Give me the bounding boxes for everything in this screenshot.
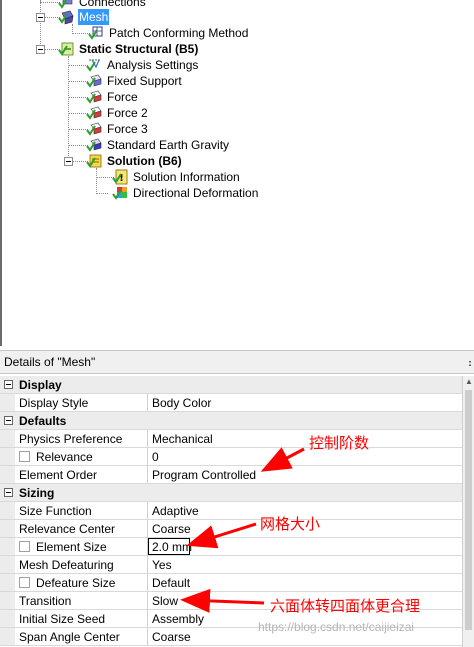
property-name: Relevance [36,450,93,464]
property-row-size-function[interactable]: Size Function Adaptive [0,502,462,520]
fixed-support-icon [86,73,102,89]
mesh-method-icon [88,25,104,41]
tree-item-solution[interactable]: Solution (B6) [86,153,183,169]
force-icon [86,105,102,121]
property-value[interactable]: 2.0 mm [152,540,192,554]
annotation-transition: 六面体转四面体更合理 [270,598,421,615]
deformation-result-icon [112,185,128,201]
details-scrollbar[interactable]: ▲ [462,376,474,647]
property-value[interactable]: 0 [152,450,159,464]
tree-item-static-structural[interactable]: Static Structural (B5) [58,41,199,57]
annotation-element-order: 控制阶数 [309,435,370,452]
property-row-relevance-center[interactable]: Relevance Center Coarse [0,520,462,538]
property-name: Transition [19,594,72,608]
property-value[interactable]: Yes [152,558,172,572]
tree-item-patch-conforming-method[interactable]: Patch Conforming Method [88,25,249,41]
property-name: Span Angle Center [19,630,120,644]
property-row-mesh-defeaturing[interactable]: Mesh Defeaturing Yes [0,556,462,574]
solution-collapse-toggle[interactable] [64,157,73,166]
property-value[interactable]: Adaptive [152,504,199,518]
property-name: Element Order [19,468,98,482]
property-value[interactable]: Program Controlled [152,468,256,482]
property-value[interactable]: Assembly [152,612,204,626]
tree-item-analysis-settings[interactable]: Analysis Settings [86,57,199,73]
tree-item-force-3[interactable]: Force 3 [86,121,149,137]
outline-tree: Connections Mesh Patch Conforming Method… [0,0,474,346]
category-display[interactable]: Display [0,376,462,394]
analysis-settings-icon [86,57,102,73]
property-row-physics-preference[interactable]: Physics Preference Mechanical [0,430,462,448]
property-name: Initial Size Seed [19,612,106,626]
mesh-icon [58,9,74,25]
tree-item-standard-earth-gravity[interactable]: Standard Earth Gravity [86,137,230,153]
property-value[interactable]: Body Color [152,396,211,410]
watermark: https://blog.csdn.net/caijieizai [258,620,415,634]
tree-item-directional-deformation[interactable]: Directional Deformation [112,185,259,201]
property-value[interactable]: Default [152,576,190,590]
property-name: Display Style [19,396,89,410]
category-defaults[interactable]: Defaults [0,412,462,430]
static-structural-collapse-toggle[interactable] [36,45,45,54]
category-label: Defaults [19,414,67,428]
tree-item-force-2[interactable]: Force 2 [86,105,149,121]
tree-item-solution-information[interactable]: ! Solution Information [112,169,241,185]
property-value[interactable]: Mechanical [152,432,213,446]
property-name: Physics Preference [19,432,123,446]
category-label: Display [19,378,62,392]
property-value[interactable]: Coarse [152,522,191,536]
mesh-collapse-toggle[interactable] [36,13,45,22]
property-name: Defeature Size [36,576,116,590]
collapse-toggle[interactable] [4,380,13,389]
solution-information-icon: ! [112,169,128,185]
property-name: Size Function [19,504,92,518]
scroll-up-arrow-icon[interactable]: ▲ [464,377,474,387]
force-icon [86,121,102,137]
collapse-toggle[interactable] [4,488,13,497]
property-value[interactable]: Coarse [152,630,191,644]
property-value[interactable]: Slow [152,594,178,608]
property-row-element-order[interactable]: Element Order Program Controlled [0,466,462,484]
pin-icon[interactable]: ։ [468,355,472,369]
collapse-toggle[interactable] [4,416,13,425]
property-row-element-size[interactable]: Element Size 2.0 mm [0,538,462,556]
property-row-relevance[interactable]: Relevance 0 [0,448,462,466]
property-row-defeature-size[interactable]: Defeature Size Default [0,574,462,592]
parameter-checkbox[interactable] [19,451,30,462]
category-sizing[interactable]: Sizing [0,484,462,502]
parameter-checkbox[interactable] [19,577,30,588]
static-structural-icon [58,41,74,57]
property-name: Element Size [36,540,107,554]
tree-border [0,0,2,346]
property-name: Mesh Defeaturing [19,558,114,572]
force-icon [86,89,102,105]
gravity-icon [86,137,102,153]
details-header: Details of "Mesh" ։ [0,350,474,374]
tree-item-fixed-support[interactable]: Fixed Support [86,73,183,89]
scroll-thumb[interactable] [465,390,472,630]
property-row-display-style[interactable]: Display Style Body Color [0,394,462,412]
annotation-element-size: 网格大小 [260,516,321,533]
tree-item-force[interactable]: Force [86,89,139,105]
parameter-checkbox[interactable] [19,541,30,552]
tree-item-mesh[interactable]: Mesh [58,9,110,25]
details-title: Details of "Mesh" [4,355,96,369]
property-name: Relevance Center [19,522,116,536]
category-label: Sizing [19,486,55,500]
solution-icon [86,153,102,169]
